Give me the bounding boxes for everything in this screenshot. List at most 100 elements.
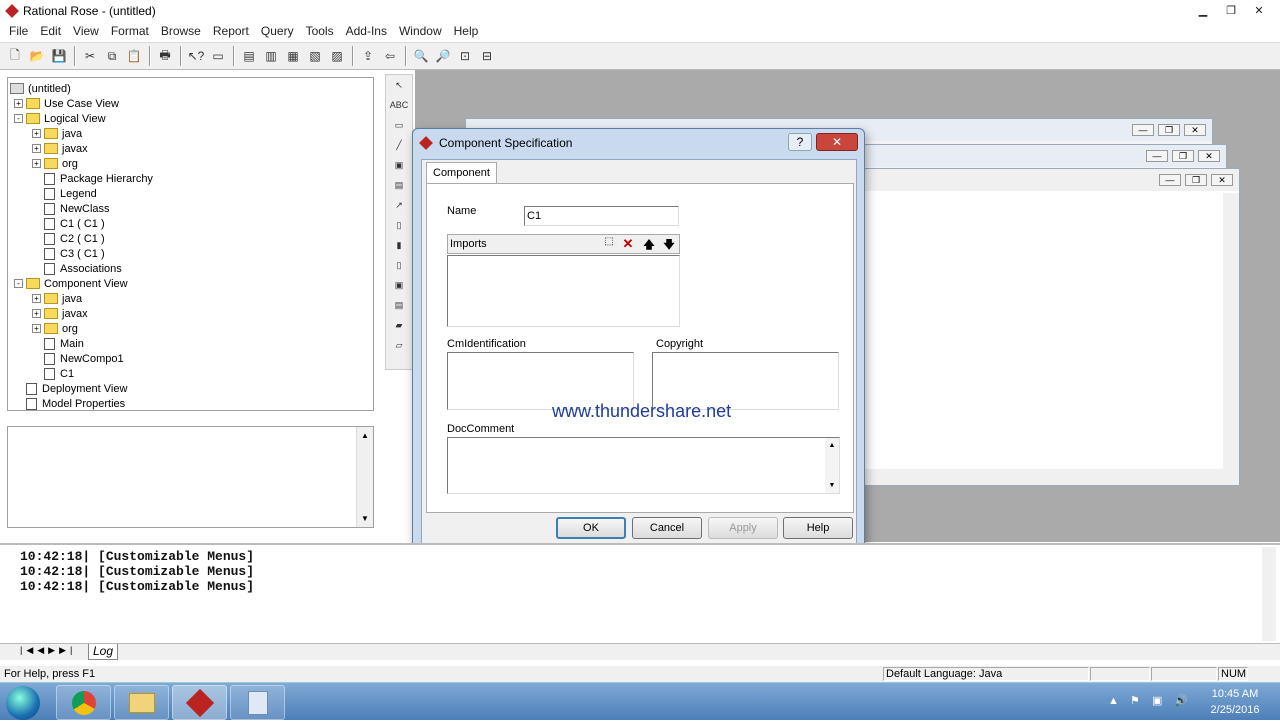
- restore-button[interactable]: ❐: [1218, 2, 1244, 18]
- network-icon[interactable]: ▣: [1152, 694, 1162, 707]
- imports-list[interactable]: [447, 255, 680, 327]
- subprogram-spec-tool-icon[interactable]: ▯: [386, 215, 412, 235]
- browse-state-diagram-icon[interactable]: ▧: [304, 45, 326, 67]
- tree-item[interactable]: - Component View: [14, 276, 128, 291]
- menu-view[interactable]: View: [67, 24, 105, 38]
- diagram-vscrollbar[interactable]: [1223, 193, 1239, 469]
- tree-item[interactable]: + Use Case View: [14, 96, 119, 111]
- browse-component-diagram-icon[interactable]: ▦: [282, 45, 304, 67]
- expand-icon[interactable]: +: [32, 129, 41, 138]
- menu-add-ins[interactable]: Add-Ins: [340, 24, 393, 38]
- selection-tool-icon[interactable]: ↖: [386, 75, 412, 95]
- paste-icon[interactable]: 📋: [123, 45, 145, 67]
- diagram-window-3[interactable]: — ❐ ✕: [855, 168, 1240, 486]
- collapse-icon[interactable]: -: [14, 279, 23, 288]
- collapse-icon[interactable]: -: [14, 114, 23, 123]
- volume-icon[interactable]: 🔊: [1174, 694, 1188, 707]
- close-icon[interactable]: ✕: [1198, 150, 1220, 162]
- context-help-icon[interactable]: ↖?: [185, 45, 207, 67]
- doccomment-scrollbar[interactable]: ▲ ▼: [825, 438, 839, 493]
- tree-item[interactable]: Model Properties: [14, 396, 125, 411]
- package-tool-icon[interactable]: ▤: [386, 175, 412, 195]
- apply-button[interactable]: Apply: [708, 517, 778, 539]
- undo-fit-icon[interactable]: ⊟: [476, 45, 498, 67]
- tree-item[interactable]: Package Hierarchy: [32, 171, 153, 186]
- anchor-note-tool-icon[interactable]: ╱: [386, 135, 412, 155]
- help-icon[interactable]: ?: [788, 133, 812, 151]
- tree-item[interactable]: Legend: [32, 186, 97, 201]
- doc-scrollbar[interactable]: ▲ ▼: [356, 427, 373, 527]
- log-tab-nav-icons[interactable]: |◀◀▶▶|: [20, 645, 76, 656]
- log-scrollbar[interactable]: [1262, 547, 1276, 641]
- documentation-pane[interactable]: ▲ ▼: [7, 426, 374, 528]
- help-button[interactable]: Help: [783, 517, 853, 539]
- tree-item[interactable]: Deployment View: [14, 381, 127, 396]
- tree-item[interactable]: + java: [32, 126, 82, 141]
- close-icon[interactable]: ✕: [816, 133, 858, 151]
- tree-item[interactable]: C1: [32, 366, 74, 381]
- tree-item[interactable]: + org: [32, 321, 78, 336]
- open-folder-icon[interactable]: 📂: [26, 45, 48, 67]
- start-button-icon[interactable]: [6, 686, 40, 720]
- tree-item[interactable]: NewClass: [32, 201, 110, 216]
- component-tool-icon[interactable]: ▣: [386, 155, 412, 175]
- tree-item[interactable]: + java: [32, 291, 82, 306]
- expand-icon[interactable]: +: [32, 309, 41, 318]
- menu-browse[interactable]: Browse: [155, 24, 207, 38]
- clock-time[interactable]: 10:45 AM: [1205, 688, 1265, 700]
- close-icon[interactable]: ✕: [1184, 124, 1206, 136]
- move-down-icon[interactable]: 🡇: [660, 236, 678, 252]
- restore-icon[interactable]: ❐: [1185, 174, 1207, 186]
- close-button[interactable]: ✕: [1246, 2, 1272, 18]
- expand-icon[interactable]: +: [32, 294, 41, 303]
- print-icon[interactable]: 🖶: [154, 45, 176, 67]
- expand-icon[interactable]: +: [14, 99, 23, 108]
- expand-icon[interactable]: +: [32, 324, 41, 333]
- tree-item[interactable]: C2 ( C1 ): [32, 231, 105, 246]
- name-field[interactable]: C1: [524, 206, 679, 226]
- cut-icon[interactable]: ✂: [79, 45, 101, 67]
- tree-item[interactable]: Main: [32, 336, 84, 351]
- subprogram-body-tool-icon[interactable]: ▮: [386, 235, 412, 255]
- explorer-taskbar-icon[interactable]: [114, 685, 169, 720]
- tree-item[interactable]: - Logical View: [14, 111, 106, 126]
- rational-rose-taskbar-icon[interactable]: [172, 685, 227, 720]
- menu-query[interactable]: Query: [255, 24, 300, 38]
- menu-edit[interactable]: Edit: [34, 24, 67, 38]
- new-file-icon[interactable]: 🗋: [4, 45, 26, 67]
- menu-report[interactable]: Report: [207, 24, 255, 38]
- zoom-out-icon[interactable]: 🔎: [432, 45, 454, 67]
- minimize-icon[interactable]: —: [1132, 124, 1154, 136]
- tree-item[interactable]: + javax: [32, 306, 88, 321]
- browse-parent-icon[interactable]: ⇪: [357, 45, 379, 67]
- show-hidden-icons-icon[interactable]: ▲: [1108, 695, 1119, 707]
- minimize-button[interactable]: ▁: [1190, 2, 1216, 18]
- cancel-button[interactable]: Cancel: [632, 517, 702, 539]
- chrome-taskbar-icon[interactable]: [56, 685, 111, 720]
- save-icon[interactable]: 💾: [48, 45, 70, 67]
- view-docs-icon[interactable]: ▭: [207, 45, 229, 67]
- menu-window[interactable]: Window: [393, 24, 448, 38]
- tree-item[interactable]: C3 ( C1 ): [32, 246, 105, 261]
- tab-component[interactable]: Component: [426, 162, 497, 184]
- text-tool-icon[interactable]: ABC: [386, 95, 412, 115]
- close-icon[interactable]: ✕: [1211, 174, 1233, 186]
- browse-previous-icon[interactable]: ⇦: [379, 45, 401, 67]
- menu-tools[interactable]: Tools: [300, 24, 340, 38]
- tree-item[interactable]: C1 ( C1 ): [32, 216, 105, 231]
- delete-icon[interactable]: ✕: [619, 236, 637, 252]
- menu-file[interactable]: File: [3, 24, 34, 38]
- fit-in-window-icon[interactable]: ⊡: [454, 45, 476, 67]
- notepad-taskbar-icon[interactable]: [230, 685, 285, 720]
- minimize-icon[interactable]: —: [1159, 174, 1181, 186]
- tree-item[interactable]: + javax: [32, 141, 88, 156]
- move-up-icon[interactable]: 🡅: [640, 236, 658, 252]
- menu-format[interactable]: Format: [105, 24, 155, 38]
- dependency-tool-icon[interactable]: ↗: [386, 195, 412, 215]
- browse-deployment-diagram-icon[interactable]: ▨: [326, 45, 348, 67]
- restore-icon[interactable]: ❐: [1158, 124, 1180, 136]
- doccomment-field[interactable]: ▲ ▼: [447, 437, 840, 494]
- task-spec-tool-icon[interactable]: ▰: [386, 315, 412, 335]
- package-body-tool-icon[interactable]: ▤: [386, 295, 412, 315]
- tree-item[interactable]: + org: [32, 156, 78, 171]
